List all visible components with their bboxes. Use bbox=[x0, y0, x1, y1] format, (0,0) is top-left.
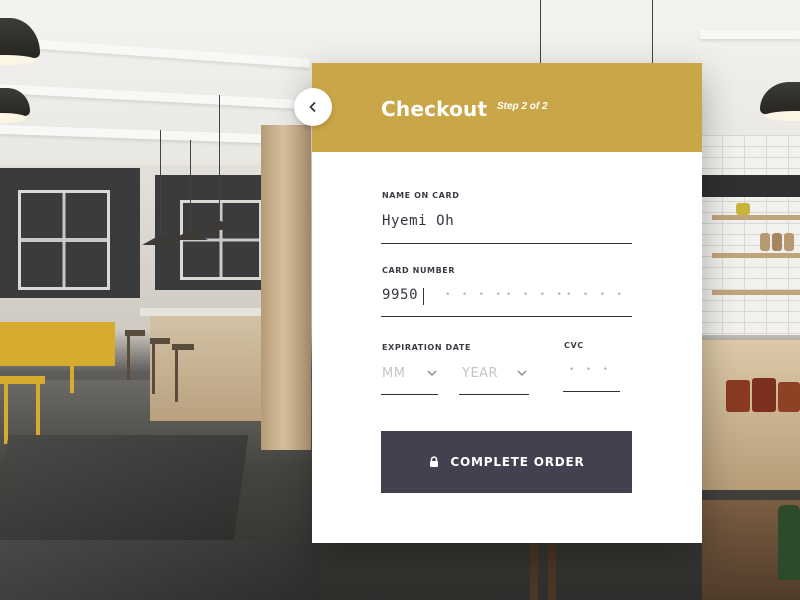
foreground-table bbox=[0, 540, 320, 600]
shelf bbox=[712, 215, 800, 220]
expiration-year-select[interactable]: YEAR bbox=[462, 361, 527, 385]
expiration-month-underline bbox=[381, 394, 438, 395]
lamp-cord bbox=[540, 0, 541, 63]
name-on-card-label: NAME ON CARD bbox=[382, 191, 460, 200]
card-number-underline bbox=[381, 316, 632, 317]
checkout-card: Checkout Step 2 of 2 NAME ON CARD Hyemi … bbox=[312, 63, 702, 543]
card-number-label: CARD NUMBER bbox=[382, 266, 456, 275]
step-indicator: Step 2 of 2 bbox=[497, 101, 548, 112]
chevron-left-icon bbox=[309, 101, 316, 113]
card-number-mask-group: • • • • bbox=[506, 290, 565, 300]
card-number-mask-group: • • • • bbox=[566, 290, 625, 300]
card-number-value: 9950 bbox=[382, 287, 419, 303]
lock-icon bbox=[430, 456, 439, 467]
cvc-label: CVC bbox=[564, 341, 584, 350]
lamp-cord bbox=[652, 0, 653, 63]
jar bbox=[772, 233, 782, 251]
jar bbox=[784, 233, 794, 251]
chevron-down-icon bbox=[427, 370, 437, 376]
cvc-input[interactable]: • • • bbox=[569, 365, 611, 375]
card-number-mask-group: • • • • bbox=[445, 290, 504, 300]
jar bbox=[760, 233, 770, 251]
dark-band bbox=[700, 175, 800, 197]
bar-stool-leg bbox=[175, 350, 178, 402]
pendant-lamp bbox=[172, 230, 208, 240]
chevron-down-icon bbox=[517, 370, 527, 376]
lamp-cord bbox=[190, 140, 191, 230]
counter bbox=[150, 316, 265, 421]
shelf bbox=[712, 253, 800, 258]
expiration-year-underline bbox=[459, 394, 529, 395]
cvc-underline bbox=[563, 391, 620, 392]
table-leg bbox=[548, 543, 556, 600]
back-button[interactable] bbox=[294, 88, 332, 126]
page-title: Checkout bbox=[381, 97, 488, 121]
foreground-table bbox=[0, 435, 249, 555]
complete-order-button[interactable]: COMPLETE ORDER bbox=[381, 431, 632, 493]
bar-stool-leg bbox=[152, 344, 155, 394]
yellow-chair bbox=[50, 338, 90, 345]
ceiling-beam bbox=[700, 30, 800, 39]
window bbox=[180, 200, 262, 280]
expiration-date-label: EXPIRATION DATE bbox=[382, 343, 472, 352]
jar bbox=[726, 380, 750, 412]
text-caret bbox=[423, 288, 424, 305]
jar bbox=[778, 382, 800, 412]
plant-pot bbox=[736, 203, 750, 215]
card-number-input[interactable]: 9950 • • • • • • • • • • • • bbox=[381, 283, 632, 313]
yellow-chair bbox=[0, 376, 45, 384]
complete-order-label: COMPLETE ORDER bbox=[450, 455, 585, 469]
shelf bbox=[712, 290, 800, 295]
expiration-month-select[interactable]: MM bbox=[382, 361, 437, 385]
card-header: Checkout Step 2 of 2 bbox=[312, 63, 702, 152]
lamp-cord bbox=[219, 95, 220, 220]
name-on-card-underline bbox=[381, 243, 632, 244]
lamp-cord bbox=[160, 130, 161, 235]
bottle bbox=[778, 505, 800, 580]
table-leg bbox=[530, 543, 538, 600]
expiration-month-placeholder: MM bbox=[382, 365, 406, 381]
name-on-card-input[interactable]: Hyemi Oh bbox=[382, 213, 454, 229]
expiration-year-placeholder: YEAR bbox=[462, 365, 499, 381]
window bbox=[18, 190, 110, 290]
counter-top bbox=[140, 308, 265, 316]
jar bbox=[752, 378, 776, 412]
pendant-lamp bbox=[201, 220, 237, 230]
right-cabinet bbox=[702, 340, 800, 490]
bar-stool-leg bbox=[127, 336, 130, 380]
wood-pillar bbox=[261, 125, 311, 450]
yellow-chair-leg bbox=[70, 345, 74, 393]
